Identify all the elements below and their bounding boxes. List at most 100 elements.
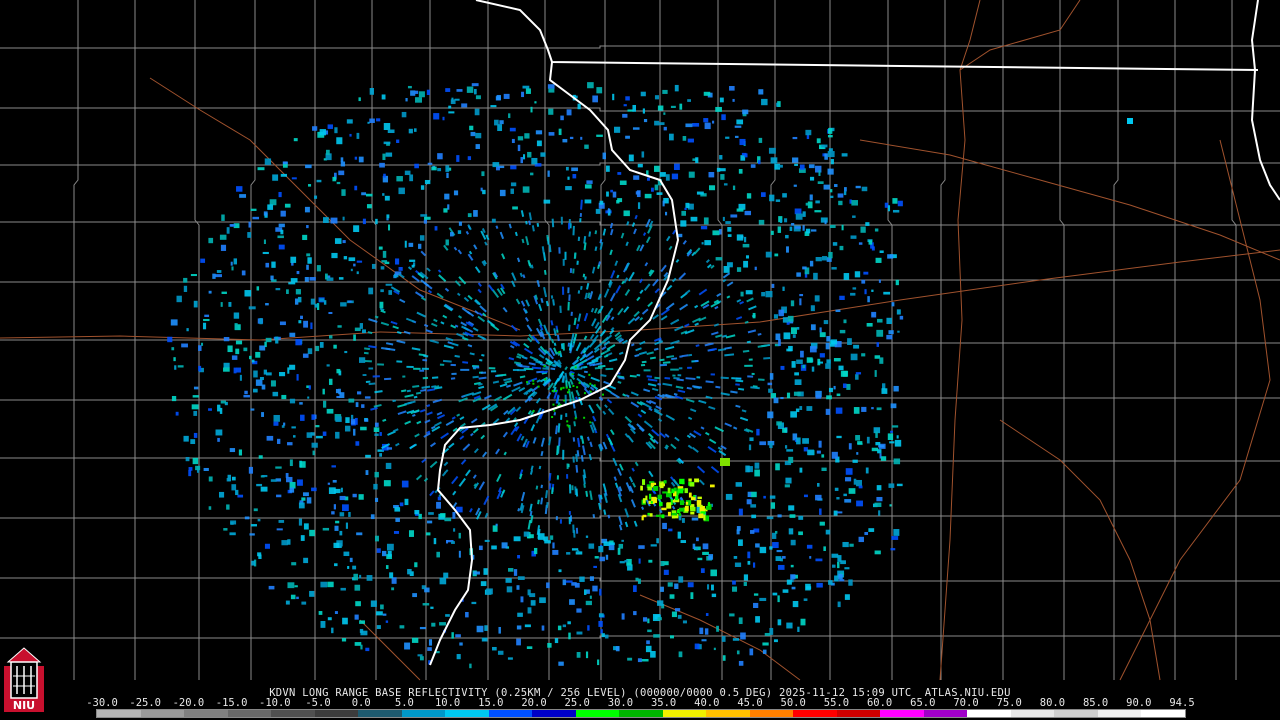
echo-pixel bbox=[368, 287, 374, 295]
echo-pixel bbox=[756, 428, 760, 436]
echo-streak bbox=[548, 483, 552, 490]
echo-pixel bbox=[770, 157, 778, 164]
echo-pixel bbox=[586, 180, 593, 184]
echo-pixel bbox=[877, 318, 883, 323]
echo-streak bbox=[470, 418, 478, 424]
echo-pixel bbox=[414, 128, 417, 132]
echo-streak bbox=[521, 238, 525, 244]
echo-pixel bbox=[614, 126, 621, 133]
echo-pixel-strong bbox=[558, 351, 561, 354]
echo-pixel bbox=[467, 156, 472, 161]
echo-pixel bbox=[782, 317, 789, 323]
echo-streak bbox=[657, 382, 662, 386]
echo-streak bbox=[666, 284, 673, 291]
echo-pixel bbox=[819, 353, 825, 358]
echo-pixel bbox=[334, 127, 338, 134]
echo-pixel bbox=[492, 525, 498, 532]
echo-streak bbox=[379, 307, 385, 312]
echo-streak bbox=[555, 325, 559, 330]
echo-pixel bbox=[696, 537, 699, 542]
echo-pixel bbox=[299, 402, 303, 405]
echo-pixel-strong bbox=[578, 381, 581, 384]
echo-pixel bbox=[833, 510, 838, 516]
echo-pixel bbox=[198, 345, 202, 351]
echo-pixel bbox=[376, 548, 381, 553]
echo-pixel bbox=[376, 611, 383, 616]
echo-pixel-strong bbox=[583, 392, 586, 395]
echo-pixel bbox=[175, 411, 179, 416]
echo-pixel bbox=[319, 342, 324, 348]
echo-streak bbox=[597, 293, 602, 301]
echo-streak bbox=[645, 236, 651, 244]
echo-streak bbox=[451, 416, 456, 420]
echo-pixel bbox=[223, 362, 230, 369]
echo-pixel bbox=[790, 411, 797, 418]
echo-pixel bbox=[474, 88, 477, 95]
echo-pixel bbox=[262, 474, 268, 478]
echo-pixel bbox=[174, 365, 177, 370]
echo-pixel bbox=[768, 147, 776, 154]
echo-streak bbox=[536, 222, 540, 227]
echo-pixel bbox=[484, 539, 490, 542]
echo-pixel bbox=[818, 170, 821, 177]
echo-pixel bbox=[530, 106, 533, 113]
echo-pixel-strong bbox=[554, 389, 557, 392]
echo-pixel bbox=[659, 122, 665, 126]
echo-streak bbox=[717, 446, 722, 451]
echo-pixel bbox=[270, 380, 276, 387]
echo-streak bbox=[506, 384, 512, 388]
echo-pixel bbox=[369, 118, 375, 123]
echo-pixel bbox=[280, 229, 284, 235]
echo-pixel bbox=[520, 596, 524, 603]
echo-pixel bbox=[853, 407, 860, 414]
echo-pixel bbox=[786, 622, 793, 629]
echo-streak bbox=[541, 246, 545, 254]
echo-pixel bbox=[355, 417, 358, 425]
echo-pixel bbox=[228, 301, 232, 307]
echo-pixel-strong bbox=[671, 515, 676, 519]
echo-streak bbox=[610, 391, 620, 399]
echo-pixel bbox=[250, 408, 255, 411]
echo-pixel bbox=[769, 194, 775, 202]
scale-label: 45.0 bbox=[737, 697, 763, 709]
echo-streak bbox=[687, 416, 693, 421]
echo-pixel bbox=[283, 422, 286, 426]
echo-pixel-strong bbox=[671, 489, 675, 494]
echo-pixel bbox=[215, 274, 222, 278]
echo-pixel bbox=[775, 199, 781, 202]
echo-pixel bbox=[307, 348, 313, 355]
echo-pixel bbox=[839, 295, 845, 300]
echo-streak bbox=[543, 286, 548, 298]
echo-pixel bbox=[753, 602, 759, 609]
echo-streak bbox=[657, 418, 663, 422]
echo-pixel bbox=[797, 626, 800, 632]
echo-pixel bbox=[374, 471, 379, 478]
echo-pixel bbox=[663, 112, 666, 115]
echo-pixel bbox=[765, 251, 772, 258]
echo-streak bbox=[474, 310, 480, 315]
echo-streak bbox=[671, 357, 678, 361]
echo-streak bbox=[665, 302, 675, 310]
echo-pixel bbox=[663, 126, 667, 131]
echo-pixel bbox=[491, 545, 497, 550]
echo-pixel bbox=[289, 459, 293, 467]
echo-pixel bbox=[271, 261, 276, 268]
echo-streak bbox=[686, 386, 692, 390]
echo-pixel bbox=[524, 133, 530, 139]
echo-streak bbox=[433, 318, 438, 323]
echo-pixel bbox=[345, 417, 350, 424]
echo-pixel bbox=[409, 174, 414, 182]
echo-pixel bbox=[445, 614, 450, 617]
echo-pixel bbox=[428, 512, 434, 515]
echo-streak bbox=[508, 223, 512, 229]
echo-pixel bbox=[424, 216, 431, 220]
echo-streak bbox=[416, 311, 426, 318]
echo-pixel bbox=[831, 267, 837, 270]
echo-pixel bbox=[815, 494, 822, 501]
echo-pixel bbox=[360, 644, 363, 650]
echo-pixel bbox=[893, 529, 900, 536]
echo-streak bbox=[460, 321, 468, 327]
echo-pixel bbox=[754, 266, 757, 271]
echo-streak bbox=[527, 259, 531, 267]
echo-pixel bbox=[782, 589, 789, 593]
